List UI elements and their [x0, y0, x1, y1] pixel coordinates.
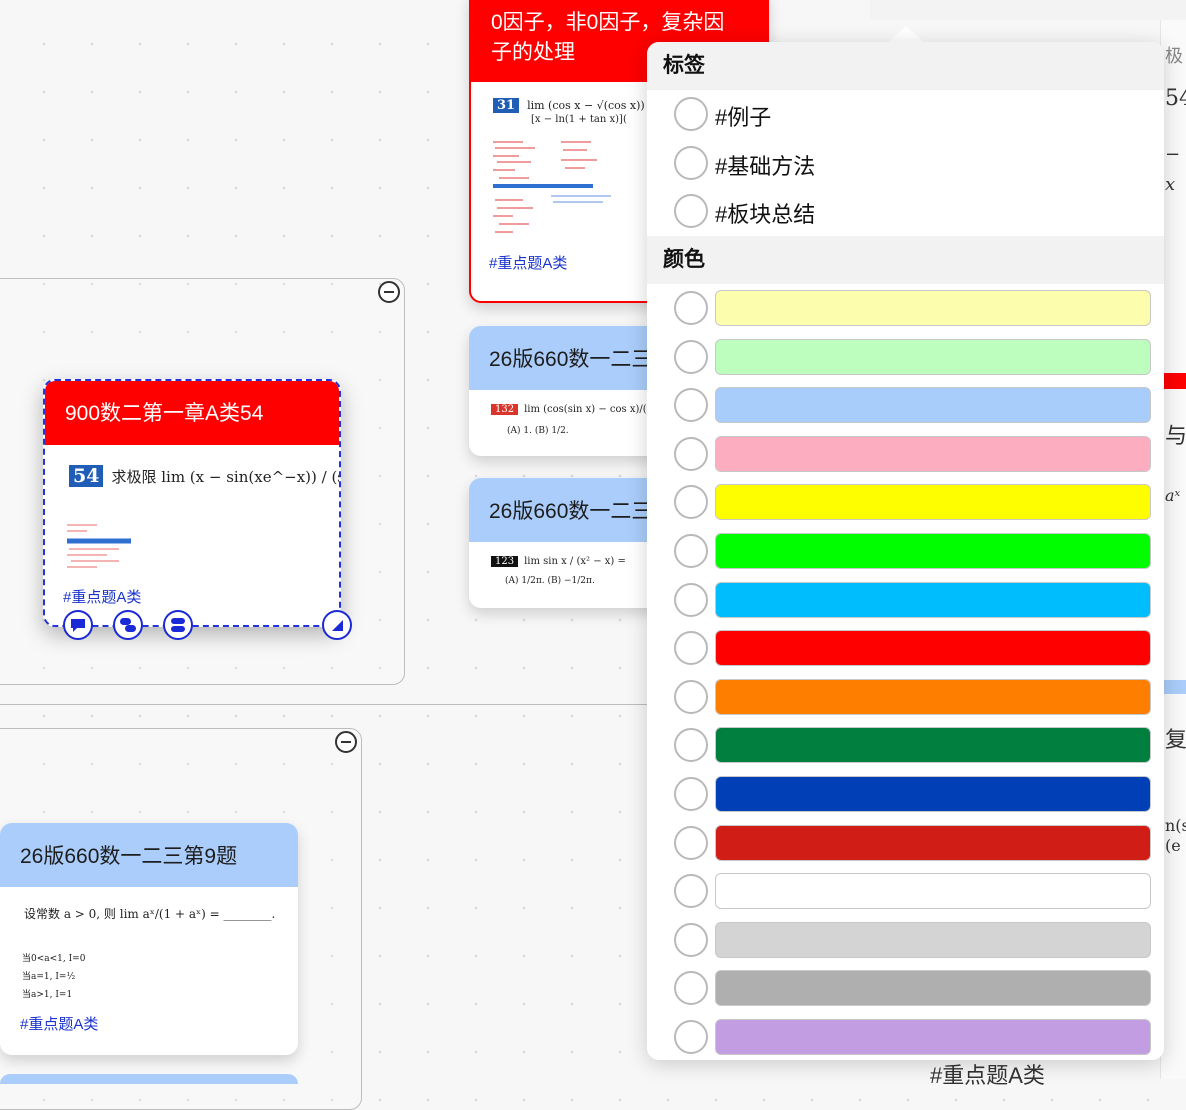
strip-text: − s — [1165, 144, 1186, 165]
strip-text: (e — [1165, 836, 1181, 855]
strip-blue-bar — [1161, 680, 1186, 694]
color-swatch[interactable] — [715, 533, 1151, 569]
color-radio[interactable] — [674, 582, 708, 617]
strip-text: aˣ — [1165, 486, 1181, 505]
card-tag-link[interactable]: #重点题A类 — [489, 252, 567, 273]
color-swatch[interactable] — [715, 678, 1151, 715]
tag-radio-basic-method[interactable] — [674, 146, 708, 180]
color-swatch[interactable] — [715, 290, 1151, 326]
card-header: 26版660数一二三第9题 — [0, 823, 298, 887]
tag-label-example[interactable]: #例子 — [715, 100, 771, 132]
collapse-group-upper-button[interactable] — [378, 281, 400, 303]
color-radio[interactable] — [674, 679, 708, 714]
color-radio[interactable] — [674, 728, 708, 763]
color-swatch[interactable] — [715, 435, 1151, 472]
comment-icon — [71, 619, 85, 632]
card-formula-denominator: [x − ln(1 + tan x)]( — [531, 114, 627, 125]
color-swatch[interactable] — [715, 1019, 1151, 1055]
tag-radio-example[interactable] — [674, 97, 708, 131]
strip-text: 与9 — [1165, 424, 1186, 449]
color-radio[interactable] — [674, 436, 708, 471]
tag-radio-section-summary[interactable] — [674, 194, 708, 228]
top-right-toolbar — [870, 0, 1186, 20]
resize-handle-button[interactable] — [322, 610, 352, 640]
card-note: 当0<a<1, I=0 — [22, 954, 86, 964]
card-options: (A) 1/2π. (B) −1/2π. — [505, 576, 595, 586]
card-partial-bottom — [0, 1074, 298, 1084]
card-formula: 设常数 a > 0, 则 lim aˣ/(1 + aˣ) = ________. — [24, 907, 276, 921]
comment-handle-button[interactable] — [63, 610, 93, 640]
color-swatch[interactable] — [715, 581, 1151, 618]
color-radio[interactable] — [674, 339, 708, 374]
strip-text: x — [1165, 174, 1176, 195]
color-swatch[interactable] — [715, 873, 1151, 910]
connector-line — [0, 704, 660, 705]
card-title: 900数二第一章A类54 — [65, 402, 264, 425]
color-swatch[interactable] — [715, 970, 1151, 1007]
tag-label-section-summary[interactable]: #板块总结 — [715, 197, 815, 229]
color-swatch[interactable] — [715, 387, 1151, 424]
color-radio[interactable] — [674, 631, 708, 666]
card-note: 当a>1, I=1 — [22, 990, 73, 1000]
problem-number-badge: 54 — [69, 465, 104, 487]
card-tag-link[interactable]: #重点题A类 — [20, 1013, 98, 1034]
color-radio[interactable] — [674, 388, 708, 423]
group-handle-button[interactable] — [163, 610, 193, 640]
card-tag-link[interactable]: #重点题A类 — [63, 586, 141, 607]
problem-number-badge: 123 — [491, 556, 519, 567]
color-radio[interactable] — [674, 874, 708, 909]
strip-text: n(s — [1165, 816, 1186, 835]
strip-text: 复杂 — [1165, 728, 1186, 753]
color-swatch[interactable] — [715, 727, 1151, 764]
card-title: 26版660数一二三第9题 — [20, 845, 238, 868]
color-swatch[interactable] — [715, 338, 1151, 375]
handwritten-notes — [493, 141, 611, 233]
color-radio[interactable] — [674, 485, 708, 520]
link-node-icon — [120, 618, 136, 632]
color-radio[interactable] — [674, 971, 708, 1006]
card-660-problem-9[interactable]: 26版660数一二三第9题 设常数 a > 0, 则 lim aˣ/(1 + a… — [0, 823, 298, 1055]
resize-corner-icon — [332, 620, 343, 631]
handwritten-notes — [67, 524, 131, 568]
link-handle-button[interactable] — [113, 610, 143, 640]
card-formula: 123 lim sin x / (x² − x) = — [491, 556, 626, 567]
color-swatch[interactable] — [715, 824, 1151, 861]
card-title-line1: 0因子，非0因子，复杂因 — [491, 11, 725, 34]
problem-number-badge: 31 — [493, 98, 520, 113]
color-swatch[interactable] — [715, 921, 1151, 958]
color-radio[interactable] — [674, 825, 708, 860]
card-title: 26版660数一二三 — [489, 348, 653, 371]
bottom-strip-text: #重点题A类 — [930, 1063, 1045, 1088]
color-swatch[interactable] — [715, 484, 1151, 521]
card-formula: 54求极限 lim (x − sin(xe^−x)) / (sin x ln(x… — [69, 465, 339, 487]
tags-section-header: 标签 — [647, 42, 1164, 90]
color-radio[interactable] — [674, 291, 708, 325]
color-swatch[interactable] — [715, 776, 1151, 812]
collapse-group-lower-button[interactable] — [335, 731, 357, 753]
color-radio[interactable] — [674, 1020, 708, 1054]
card-900-chapter1-a54[interactable]: 900数二第一章A类54 54 求极限 lim (x − sin(xe^−x)) … — [43, 379, 341, 627]
color-radio[interactable] — [674, 922, 708, 957]
strip-red-bar — [1161, 373, 1186, 389]
color-radio[interactable] — [674, 534, 708, 568]
tag-color-popover: 标签 #例子 #基础方法 #板块总结 颜色 — [647, 42, 1164, 1060]
card-formula: 31 lim (cos x − √(cos x)) sin — [493, 98, 664, 113]
card-note: 当a=1, I=½ — [22, 972, 76, 982]
color-radio[interactable] — [674, 777, 708, 811]
strip-text: 54 — [1165, 86, 1186, 111]
strip-text: 极 — [1165, 46, 1183, 67]
color-swatch[interactable] — [715, 630, 1151, 667]
card-title: 26版660数一二三 — [489, 500, 653, 523]
tag-label-basic-method[interactable]: #基础方法 — [715, 149, 815, 181]
card-header: 900数二第一章A类54 — [45, 381, 339, 445]
colors-section-header: 颜色 — [647, 236, 1164, 284]
problem-number-badge: 132 — [491, 404, 519, 415]
group-node-icon — [171, 618, 185, 632]
card-options: (A) 1. (B) 1/2. — [507, 426, 569, 436]
